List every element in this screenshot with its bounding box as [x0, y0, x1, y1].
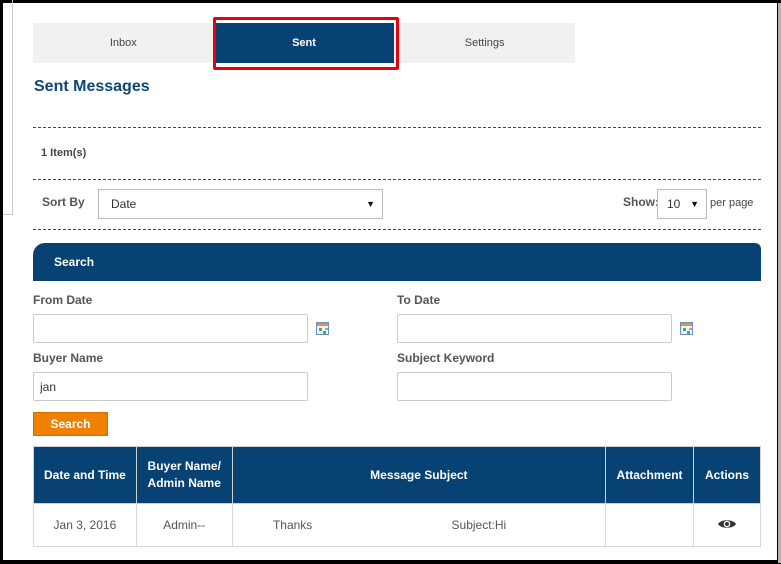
- header-buyer-line1: Buyer Name/: [147, 459, 221, 473]
- subject-keyword-label: Subject Keyword: [397, 351, 495, 365]
- search-button[interactable]: Search: [33, 412, 108, 436]
- per-page-value: 10: [667, 197, 681, 211]
- divider: [33, 127, 761, 128]
- messages-table: Date and Time Buyer Name/ Admin Name Mes…: [33, 446, 761, 547]
- dropdown-caret-icon: ▼: [690, 199, 699, 209]
- cell-attachment: [605, 503, 695, 547]
- cell-date: Jan 3, 2016: [33, 503, 137, 547]
- header-buyer-name: Buyer Name/ Admin Name: [135, 446, 233, 504]
- tab-settings[interactable]: Settings: [394, 23, 575, 63]
- message-text: Thanks: [272, 518, 313, 532]
- items-count: 1 Item(s): [41, 147, 87, 159]
- calendar-icon[interactable]: [316, 322, 329, 335]
- cell-name: Admin--: [135, 503, 233, 547]
- buyer-name-label: Buyer Name: [33, 351, 104, 365]
- dropdown-caret-icon: ▼: [366, 199, 375, 209]
- tab-inbox[interactable]: Inbox: [33, 23, 214, 63]
- show-label: Show:: [623, 195, 659, 209]
- buyer-name-input[interactable]: [33, 372, 308, 401]
- from-date-label: From Date: [33, 293, 93, 307]
- header-buyer-line2: Admin Name: [147, 476, 221, 490]
- from-date-input[interactable]: [33, 314, 308, 343]
- header-attachment: Attachment: [605, 446, 695, 504]
- message-tabs: Inbox Sent Settings: [33, 23, 575, 63]
- divider: [33, 229, 761, 230]
- table-row: Jan 3, 2016 Admin-- Thanks Subject:Hi: [33, 503, 761, 547]
- eye-icon[interactable]: [717, 518, 737, 530]
- to-date-label: To Date: [397, 293, 441, 307]
- header-message-subject: Message Subject: [231, 446, 607, 504]
- calendar-icon[interactable]: [680, 322, 693, 335]
- subject-keyword-input[interactable]: [397, 372, 672, 401]
- search-panel-header: Search: [33, 243, 761, 281]
- sort-by-value: Date: [111, 197, 137, 211]
- to-date-input[interactable]: [397, 314, 672, 343]
- page-title: Sent Messages: [34, 78, 150, 95]
- tab-sent[interactable]: Sent: [213, 23, 395, 63]
- per-page-label: per page: [710, 197, 754, 209]
- cell-subject: Thanks Subject:Hi: [231, 503, 607, 547]
- sort-by-label: Sort By: [42, 195, 85, 209]
- divider: [33, 179, 761, 180]
- left-rail: [3, 0, 13, 215]
- header-actions: Actions: [693, 446, 761, 504]
- table-header-row: Date and Time Buyer Name/ Admin Name Mes…: [33, 446, 761, 504]
- cell-actions: [693, 503, 761, 547]
- subject-text: Subject:Hi: [451, 518, 507, 532]
- header-date-time: Date and Time: [33, 446, 137, 504]
- sort-by-select[interactable]: Date ▼: [98, 189, 383, 219]
- per-page-select[interactable]: 10 ▼: [657, 189, 707, 219]
